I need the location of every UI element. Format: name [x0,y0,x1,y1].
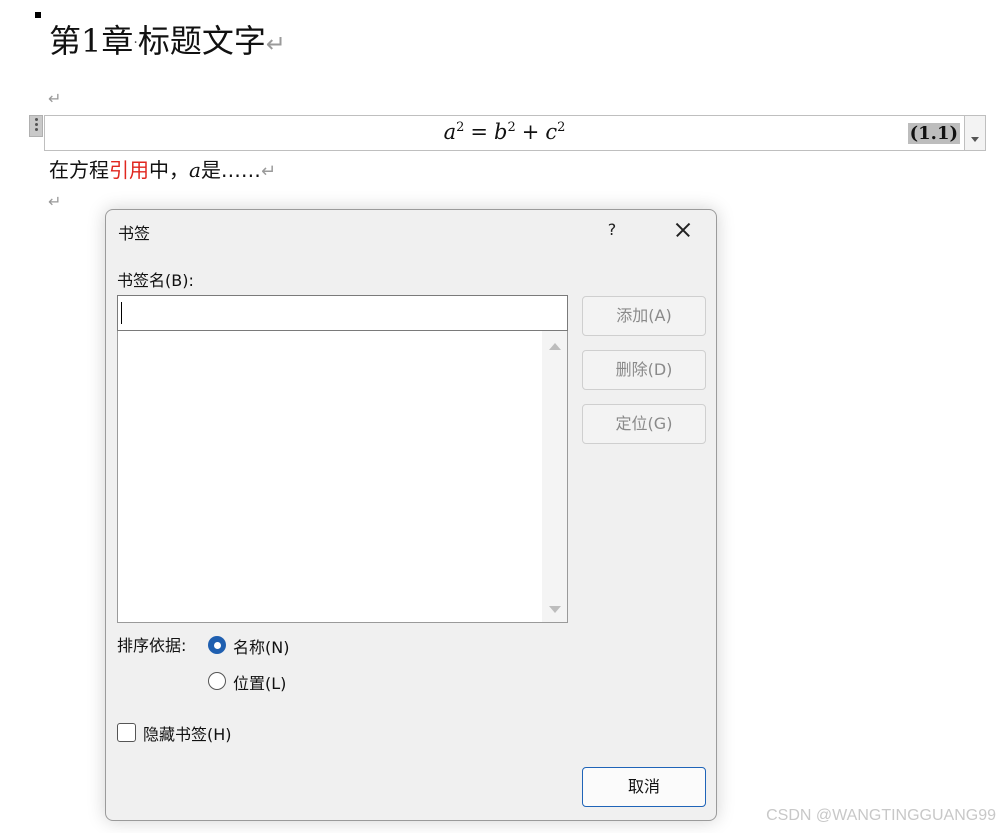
equation-formula: a2 = b2 + c2 [45,120,964,144]
scroll-up-arrow-icon[interactable] [549,343,561,350]
delete-button[interactable]: 删除(D) [582,350,706,390]
heading-suffix: 章 [101,22,134,60]
sort-by-name-label[interactable]: 名称(N) [233,634,289,658]
sort-by-label: 排序依据: [117,636,187,655]
paragraph-mark-icon: ↵ [260,161,277,182]
scroll-down-arrow-icon[interactable] [549,606,561,613]
list-scrollbar[interactable] [542,331,567,622]
eq-plus: + [521,120,540,144]
sort-by-position-radio[interactable] [208,672,226,690]
empty-paragraph[interactable]: ↵ [48,89,61,108]
bookmark-list[interactable] [117,331,568,623]
body-text-after: 中， [149,158,189,182]
dialog-title: 书签 [118,224,151,243]
paragraph-mark-icon: ↵ [265,30,286,58]
add-button[interactable]: 添加(A) [582,296,706,336]
bookmark-dialog: 书签 ? 书签名(B): 添加(A) 删除(D) 定位(G) 排序依据: 名称(… [105,209,717,821]
eq-equals: = [470,120,489,144]
body-text-before: 在方程 [49,158,109,182]
sort-by-name-radio[interactable] [208,636,226,654]
heading-number: 1 [81,22,102,60]
eq-var-c: c [545,120,558,144]
equation-number[interactable]: (1.1) [907,123,960,144]
eq-exponent: 2 [456,120,465,135]
chevron-down-icon [971,137,979,142]
text-caret [121,302,122,324]
paragraph-mark-icon: ↵ [48,89,62,108]
bookmark-name-label: 书签名(B): [117,271,194,290]
equation-container[interactable]: a2 = b2 + c2 (1.1) [44,115,964,151]
goto-button[interactable]: 定位(G) [582,404,706,444]
close-icon[interactable] [666,214,698,246]
cross-reference[interactable]: 引用 [109,158,149,182]
page-corner-mark [35,12,41,18]
eq-var-a: a [443,120,457,144]
watermark: CSDN @WANGTINGGUANG99 [766,807,996,824]
heading-prefix: 第 [49,22,82,60]
equation-drag-handle[interactable] [29,115,43,137]
cancel-button[interactable]: 取消 [582,767,706,807]
body-variable: a [189,158,201,182]
eq-var-b: b [494,120,508,144]
chapter-heading[interactable]: 第1章·标题文字↵ [49,16,286,62]
eq-exponent: 2 [557,120,566,135]
empty-paragraph[interactable]: ↵ [48,192,61,211]
paragraph-mark-icon: ↵ [48,192,62,211]
sort-by-position-label[interactable]: 位置(L) [233,670,286,694]
eq-exponent: 2 [507,120,516,135]
help-button[interactable]: ? [600,214,624,246]
body-text-tail: 是…… [200,158,261,182]
heading-text: 标题文字 [137,22,266,60]
bookmark-name-input[interactable] [117,295,568,331]
hidden-bookmarks-checkbox[interactable] [117,723,136,742]
body-paragraph[interactable]: 在方程引用中，a是……↵ [49,154,276,183]
hidden-bookmarks-label[interactable]: 隐藏书签(H) [143,721,232,745]
equation-options-dropdown[interactable] [964,115,986,151]
